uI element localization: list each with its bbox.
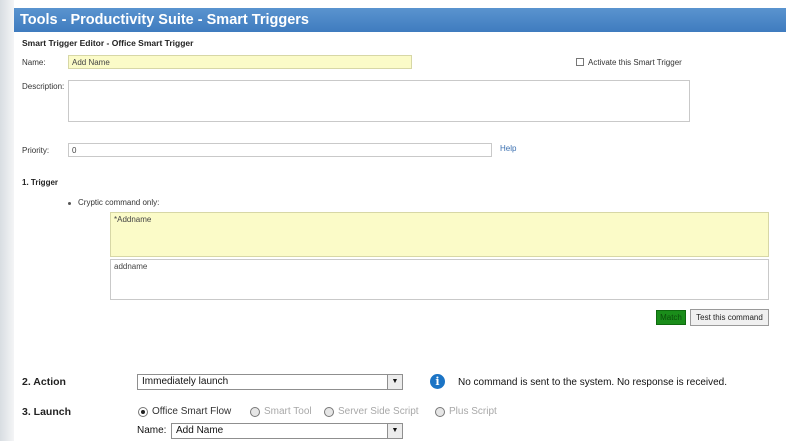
dropdown-arrow-icon[interactable]: ▼ (387, 375, 402, 389)
radio-label-office-smart-flow: Office Smart Flow (152, 406, 232, 417)
name-input[interactable]: Add Name (68, 55, 412, 69)
action-select-value: Immediately launch (142, 376, 229, 387)
editor-subtitle: Smart Trigger Editor - Office Smart Trig… (22, 38, 194, 48)
name-label: Name: (22, 58, 46, 67)
launch-name-value: Add Name (176, 425, 224, 436)
radio-server-side-script-icon[interactable] (324, 407, 334, 417)
cryptic-command-label: Cryptic command only: (78, 198, 160, 207)
radio-plus-script-icon[interactable] (435, 407, 445, 417)
description-textarea[interactable] (68, 80, 690, 122)
priority-input[interactable]: 0 (68, 143, 492, 157)
dropdown-arrow-icon[interactable]: ▼ (387, 424, 402, 438)
priority-label: Priority: (22, 146, 50, 155)
description-label: Description: (22, 82, 65, 91)
trigger-heading: 1. Trigger (22, 178, 59, 187)
info-icon: i (430, 374, 445, 389)
bullet-icon (68, 202, 71, 205)
action-heading: 2. Action (22, 376, 66, 388)
radio-label-plus-script: Plus Script (449, 406, 497, 417)
action-select[interactable]: Immediately launch ▼ (137, 374, 403, 390)
launch-name-select[interactable]: Add Name ▼ (171, 423, 403, 439)
action-info-message: No command is sent to the system. No res… (458, 377, 728, 388)
launch-name-label: Name: (137, 425, 167, 436)
radio-office-smart-flow-icon[interactable] (138, 407, 148, 417)
left-edge-shadow (0, 0, 14, 441)
help-link[interactable]: Help (500, 144, 516, 153)
activate-checkbox-icon[interactable] (576, 58, 584, 66)
radio-label-smart-tool: Smart Tool (264, 406, 312, 417)
radio-label-server-side-script: Server Side Script (338, 406, 419, 417)
test-command-button[interactable]: Test this command (690, 309, 769, 326)
radio-smart-tool-icon[interactable] (250, 407, 260, 417)
activate-label: Activate this Smart Trigger (588, 58, 682, 67)
launch-heading: 3. Launch (22, 406, 72, 418)
command-input[interactable]: *Addname (110, 212, 769, 257)
page-title: Tools - Productivity Suite - Smart Trigg… (14, 8, 786, 32)
match-indicator: Match (656, 310, 686, 325)
test-command-input[interactable]: addname (110, 259, 769, 300)
